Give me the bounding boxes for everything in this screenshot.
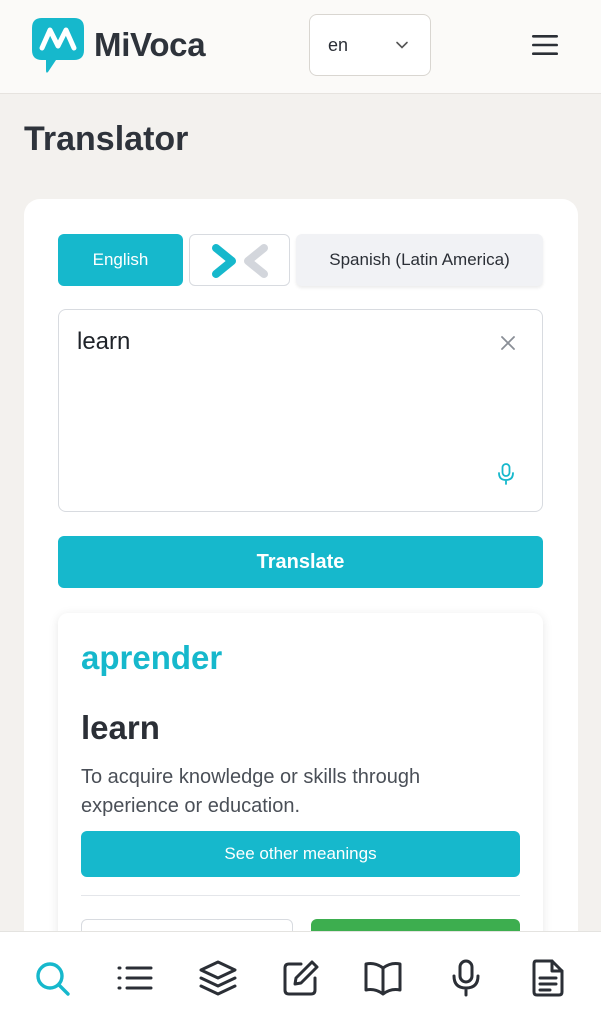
close-icon[interactable]	[499, 334, 517, 352]
target-language-button[interactable]: Spanish (Latin America)	[296, 234, 543, 286]
translate-button[interactable]: Translate	[58, 536, 543, 588]
interface-language-select[interactable]: en	[309, 14, 431, 76]
nav-flashcards[interactable]	[198, 958, 238, 998]
chevron-down-icon	[396, 41, 408, 49]
nav-search[interactable]	[32, 958, 72, 998]
list-icon	[117, 966, 153, 990]
translation-result-card: aprender learn To acquire knowledge or s…	[58, 613, 543, 959]
text-input-area[interactable]: learn	[58, 309, 543, 512]
page-title: Translator	[24, 120, 189, 158]
edit-icon	[283, 960, 319, 996]
app-header: MiVoca en	[0, 0, 601, 94]
microphone-icon	[452, 959, 480, 997]
mivoca-logo-icon	[32, 18, 84, 73]
hamburger-menu-icon[interactable]	[530, 32, 560, 58]
book-icon	[364, 962, 402, 996]
divider	[81, 895, 520, 896]
nav-list[interactable]	[115, 958, 155, 998]
layers-icon	[199, 960, 237, 996]
nav-dictionary[interactable]	[363, 958, 403, 998]
swap-languages-button[interactable]	[189, 234, 290, 286]
brand-logo[interactable]: MiVoca	[30, 16, 206, 74]
bottom-navigation	[0, 931, 601, 1024]
nav-documents[interactable]	[528, 958, 568, 998]
document-icon	[532, 959, 564, 997]
translated-word: aprender	[81, 639, 223, 676]
nav-write[interactable]	[281, 958, 321, 998]
swap-arrows-icon	[212, 244, 268, 278]
source-word: learn	[81, 709, 160, 746]
word-definition: To acquire knowledge or skills through e…	[81, 766, 421, 817]
interface-language-value: en	[328, 34, 349, 55]
brand-name: MiVoca	[94, 26, 206, 63]
language-bar: English Spanish (Latin America)	[58, 234, 543, 286]
nav-speak[interactable]	[446, 958, 486, 998]
search-icon	[36, 962, 70, 996]
text-input-value[interactable]: learn	[77, 328, 130, 356]
see-other-meanings-button[interactable]: See other meanings	[81, 831, 520, 877]
translator-card: English Spanish (Latin America) learn Tr…	[24, 199, 578, 959]
microphone-icon[interactable]	[496, 462, 516, 486]
source-language-button[interactable]: English	[58, 234, 183, 286]
